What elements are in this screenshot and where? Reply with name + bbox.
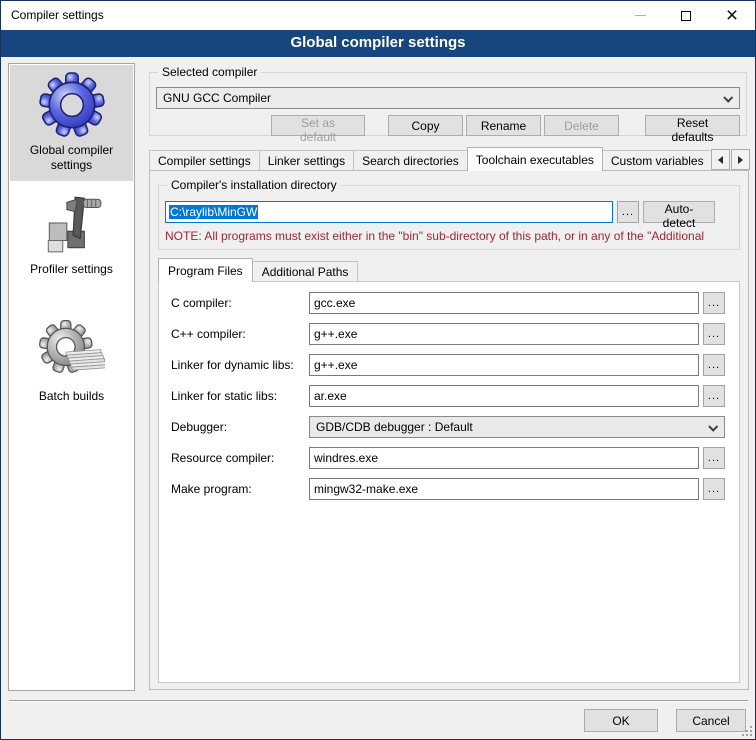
installation-directory-group: Compiler's installation directory C:\ray…: [158, 185, 740, 250]
right-arrow-icon: [738, 156, 743, 164]
sidebar-item-label: Batch builds: [39, 389, 104, 404]
caliper-icon: [39, 191, 105, 257]
titlebar[interactable]: Compiler settings ×: [1, 1, 755, 30]
tab-custom-variables[interactable]: Custom variables: [602, 150, 710, 171]
tab-linker-settings[interactable]: Linker settings: [259, 150, 354, 171]
tab-scroll-buttons: [711, 149, 750, 170]
program-files-panel: C compiler: ... C++ compiler: ... Linker…: [158, 281, 740, 683]
dialog-body: Global compiler settings Profiler settin…: [1, 57, 755, 739]
c-compiler-browse-button[interactable]: ...: [703, 292, 725, 314]
toolchain-executables-page: Compiler's installation directory C:\ray…: [149, 170, 749, 690]
maximize-button[interactable]: [663, 1, 709, 30]
resource-compiler-input[interactable]: [309, 447, 699, 469]
close-icon: ×: [726, 6, 738, 26]
selected-compiler-legend: Selected compiler: [158, 65, 261, 79]
minimize-button[interactable]: [617, 1, 663, 30]
make-program-label: Make program:: [171, 482, 309, 496]
cancel-button[interactable]: Cancel: [676, 709, 746, 732]
cpp-compiler-label: C++ compiler:: [171, 327, 309, 341]
resource-compiler-browse-button[interactable]: ...: [703, 447, 725, 469]
dynamic-linker-row: Linker for dynamic libs: ...: [171, 354, 725, 376]
c-compiler-input[interactable]: [309, 292, 699, 314]
static-linker-browse-button[interactable]: ...: [703, 385, 725, 407]
tab-search-directories[interactable]: Search directories: [353, 150, 468, 171]
chevron-down-icon: [708, 421, 718, 431]
settings-tabs: Compiler settings Linker settings Search…: [149, 147, 710, 171]
install-dir-value: C:\raylib\MinGW: [169, 205, 258, 219]
resource-compiler-row: Resource compiler: ...: [171, 447, 725, 469]
caption-buttons: ×: [617, 1, 755, 30]
compiler-select[interactable]: GNU GCC Compiler: [156, 87, 740, 109]
sidebar-item-label: Profiler settings: [30, 262, 113, 277]
make-program-row: Make program: ...: [171, 478, 725, 500]
sidebar-item-label: Global compiler settings: [12, 143, 131, 173]
debugger-select[interactable]: GDB/CDB debugger : Default: [309, 416, 725, 438]
subtab-additional-paths[interactable]: Additional Paths: [252, 261, 359, 281]
installation-directory-legend: Compiler's installation directory: [167, 178, 341, 192]
blue-gear-icon: [39, 72, 105, 138]
set-as-default-button[interactable]: Set as default: [271, 115, 365, 136]
c-compiler-row: C compiler: ...: [171, 292, 725, 314]
resize-grip[interactable]: [741, 725, 753, 737]
subtab-program-files[interactable]: Program Files: [158, 258, 253, 282]
minimize-icon: [635, 15, 646, 16]
compiler-settings-dialog: Compiler settings × Global compiler sett…: [0, 0, 756, 740]
cpp-compiler-browse-button[interactable]: ...: [703, 323, 725, 345]
debugger-row: Debugger: GDB/CDB debugger : Default: [171, 416, 725, 438]
tab-scroll-right-button[interactable]: [731, 149, 750, 170]
sidebar-item-global-compiler-settings[interactable]: Global compiler settings: [10, 65, 133, 181]
settings-sidebar: Global compiler settings Profiler settin…: [8, 63, 135, 691]
auto-detect-button[interactable]: Auto-detect: [643, 201, 715, 223]
debugger-select-value: GDB/CDB debugger : Default: [316, 420, 473, 434]
copy-button[interactable]: Copy: [388, 115, 463, 136]
cpp-compiler-row: C++ compiler: ...: [171, 323, 725, 345]
gear-stack-icon: [39, 318, 105, 384]
page-title: Global compiler settings: [1, 30, 755, 57]
install-dir-input[interactable]: C:\raylib\MinGW: [165, 201, 613, 223]
sidebar-item-batch-builds[interactable]: Batch builds: [10, 311, 133, 412]
selected-compiler-group: Selected compiler GNU GCC Compiler Set a…: [149, 72, 747, 136]
tab-toolchain-executables[interactable]: Toolchain executables: [467, 147, 603, 171]
delete-button[interactable]: Delete: [544, 115, 619, 136]
close-button[interactable]: ×: [709, 1, 755, 30]
dynamic-linker-input[interactable]: [309, 354, 699, 376]
bin-subdirectory-note: NOTE: All programs must exist either in …: [165, 229, 737, 243]
program-subtabs: Program Files Additional Paths: [158, 258, 357, 281]
resource-compiler-label: Resource compiler:: [171, 451, 309, 465]
make-program-input[interactable]: [309, 478, 699, 500]
footer-buttons: OK Cancel: [584, 709, 746, 732]
cpp-compiler-input[interactable]: [309, 323, 699, 345]
chevron-down-icon: [723, 92, 733, 102]
ok-button[interactable]: OK: [584, 709, 658, 732]
dynamic-linker-label: Linker for dynamic libs:: [171, 358, 309, 372]
static-linker-row: Linker for static libs: ...: [171, 385, 725, 407]
dynamic-linker-browse-button[interactable]: ...: [703, 354, 725, 376]
compiler-select-value: GNU GCC Compiler: [163, 91, 271, 105]
maximize-icon: [681, 11, 691, 21]
make-program-browse-button[interactable]: ...: [703, 478, 725, 500]
install-dir-browse-button[interactable]: ...: [617, 201, 639, 223]
static-linker-input[interactable]: [309, 385, 699, 407]
footer-separator: [9, 700, 748, 702]
rename-button[interactable]: Rename: [466, 115, 541, 136]
tab-compiler-settings[interactable]: Compiler settings: [149, 150, 260, 171]
left-arrow-icon: [718, 156, 723, 164]
sidebar-item-profiler-settings[interactable]: Profiler settings: [10, 184, 133, 285]
c-compiler-label: C compiler:: [171, 296, 309, 310]
debugger-label: Debugger:: [171, 420, 309, 434]
static-linker-label: Linker for static libs:: [171, 389, 309, 403]
compiler-buttons: Set as default Copy Rename Delete Reset …: [271, 115, 740, 136]
reset-defaults-button[interactable]: Reset defaults: [645, 115, 740, 136]
window-title: Compiler settings: [11, 1, 104, 30]
tab-scroll-left-button[interactable]: [711, 149, 730, 170]
installation-directory-row: C:\raylib\MinGW ... Auto-detect: [165, 201, 715, 223]
